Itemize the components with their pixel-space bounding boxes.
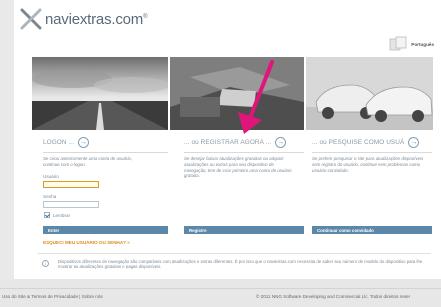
info-icon: i <box>42 260 49 267</box>
divider <box>184 152 304 153</box>
footer-divider <box>0 288 441 289</box>
divider <box>312 152 432 153</box>
logon-arrow-button[interactable]: → <box>78 136 90 148</box>
forgot-credentials-link[interactable]: ESQUECI MEU USUÁRIO OU SENHA? » <box>43 240 130 245</box>
arrow-right-icon: → <box>80 138 88 146</box>
language-label: Português <box>411 41 434 47</box>
device-notice: i Dispositivos diferentes de navegação s… <box>38 253 431 270</box>
username-input[interactable] <box>43 181 99 188</box>
logo-x-icon <box>20 8 42 30</box>
register-button[interactable]: Registre <box>184 226 304 234</box>
arrow-right-icon: → <box>410 138 418 146</box>
page: naviextras.com® Português LOGON ... → ..… <box>0 0 441 307</box>
language-selector[interactable]: Português <box>389 36 434 52</box>
guest-panel-title: ... ou PESQUISE COMO USUÁ → <box>312 136 420 148</box>
arrow-right-icon: → <box>277 138 285 146</box>
logon-panel-title: LOGON ... → <box>43 136 90 148</box>
footer: Uso do Site & Termos de Privacidade | So… <box>0 279 441 307</box>
remember-checkbox[interactable] <box>44 212 50 218</box>
remember-label: Lembrar <box>53 213 71 218</box>
register-description: Se desejar baixar atualizações gratuitas… <box>184 156 292 179</box>
site-logo[interactable]: naviextras.com® <box>20 8 148 30</box>
footer-links[interactable]: Uso do Site & Termos de Privacidade | So… <box>2 294 103 299</box>
guest-description: Se preferir pesquisar o site para atuali… <box>312 156 424 173</box>
left-strip <box>0 0 14 307</box>
enter-button[interactable]: Enter <box>43 226 168 234</box>
logo-text: naviextras.com® <box>45 10 148 28</box>
double-chevron-right-icon: » <box>127 240 130 245</box>
guest-hero-image <box>306 57 433 130</box>
guest-arrow-button[interactable]: → <box>408 136 420 148</box>
notice-text: Dispositivos diferentes de navegação são… <box>58 259 423 270</box>
password-input[interactable] <box>43 201 99 208</box>
globe-icon <box>389 36 407 51</box>
copyright-text: © 2011 NNG Software Developing and Comme… <box>256 294 411 299</box>
password-label: Senha <box>43 194 57 199</box>
pointer-arrow-icon <box>238 60 274 134</box>
logon-hero-image <box>32 57 168 130</box>
divider <box>43 152 168 153</box>
continue-as-guest-button[interactable]: Continuar como convidado <box>312 226 432 234</box>
username-label: Usuário <box>43 174 59 179</box>
register-arrow-button[interactable]: → <box>275 136 287 148</box>
logon-description: Se criou anteriormente uma conta de usuá… <box>43 156 133 167</box>
register-panel-title: ... ou REGISTRAR AGORA ... → <box>184 136 287 148</box>
